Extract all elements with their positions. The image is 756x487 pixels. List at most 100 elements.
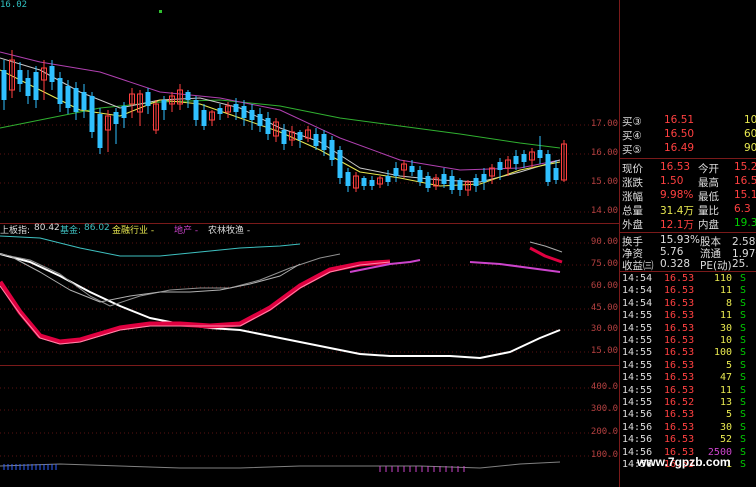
- quote-label: 内盘: [698, 219, 719, 231]
- quote-value: 16.53: [660, 161, 691, 173]
- tick-volume: 13: [719, 397, 732, 408]
- candle-body: [201, 110, 207, 126]
- order-book-row: 买③ 16.51 10: [620, 114, 756, 128]
- candle-body: [417, 170, 423, 182]
- fundamental-row: 收益㈢ 0.328 PE(动) 25.: [620, 258, 756, 272]
- tick-volume: 11: [719, 310, 732, 322]
- candle-body: [97, 114, 103, 148]
- candle-body: [145, 92, 151, 106]
- candle-body: [321, 134, 327, 150]
- candle-body: [297, 132, 303, 140]
- quote-value: 9.98%: [660, 189, 694, 201]
- quote-value: 1.50: [660, 175, 684, 187]
- candle-body: [337, 150, 343, 178]
- tick-side: S: [740, 359, 747, 371]
- candle-body: [161, 100, 167, 110]
- fundamental-value: 15.93%: [660, 234, 701, 246]
- candle-body: [241, 106, 247, 118]
- kline-chart-area[interactable]: [0, 0, 620, 487]
- candle-body: [457, 180, 463, 190]
- tick-time: 14:55: [622, 310, 653, 322]
- candle-body: [393, 168, 399, 176]
- tick-time: 14:55: [622, 384, 653, 396]
- candle-body: [81, 92, 87, 110]
- tick-volume: 52: [719, 434, 732, 446]
- candle-body: [233, 104, 239, 112]
- candle-body: [57, 78, 63, 104]
- order-book-volume: 10: [744, 114, 756, 126]
- tick-row: 14:55 16.52 13 S: [620, 397, 756, 409]
- quote-label: 外盘: [622, 219, 643, 231]
- quote-value: 15.2: [734, 161, 756, 173]
- tick-price: 16.53: [664, 297, 695, 309]
- quote-label: 涨跌: [622, 177, 643, 189]
- candle-body: [89, 96, 95, 132]
- candle-body: [121, 106, 127, 118]
- tick-time: 14:55: [622, 322, 653, 334]
- quote-value: 6.3: [734, 203, 751, 215]
- tick-volume: 30: [719, 421, 732, 433]
- tick-row: 14:56 16.53 30 S: [620, 422, 756, 434]
- order-book-price: 16.50: [664, 128, 695, 140]
- tick-time: 14:55: [622, 359, 653, 371]
- order-book-label: 买④: [622, 130, 642, 142]
- tick-row: 14:54 16.53 11 S: [620, 285, 756, 297]
- candle-body: [545, 154, 551, 182]
- tick-price: 16.53: [664, 322, 695, 334]
- order-book-volume: 60: [744, 128, 756, 140]
- indicator-gray-line-1: [0, 253, 341, 307]
- order-book-price: 16.49: [664, 142, 695, 154]
- tick-price: 16.53: [664, 409, 695, 421]
- watermark: www.7gpzb.com: [637, 455, 731, 469]
- tick-row: 14:55 16.53 100 S: [620, 347, 756, 359]
- tick-time: 14:54: [622, 285, 653, 297]
- quote-value: 16.5: [734, 175, 756, 187]
- fundamental-value: 0.328: [660, 258, 691, 270]
- indicator-header-item: 基金:: [60, 226, 82, 236]
- quote-label: 最低: [698, 191, 719, 203]
- tick-time: 14:55: [622, 347, 653, 359]
- candle-body: [425, 176, 431, 188]
- tick-row: 14:55 16.53 11 S: [620, 385, 756, 397]
- volume-tick-label: 400.0: [590, 382, 618, 392]
- fundamental-value: 25.: [732, 258, 749, 270]
- candle-body: [553, 168, 559, 180]
- tick-row: 14:54 16.53 8 S: [620, 298, 756, 310]
- quote-row: 外盘 12.1万内盘 19.37: [620, 217, 756, 231]
- indicator-magenta-tail: [469, 261, 561, 273]
- candle-body: [521, 154, 527, 162]
- tick-volume: 11: [719, 384, 732, 396]
- candle-body: [17, 70, 23, 84]
- candle-body: [345, 172, 351, 186]
- tick-row: 14:56 16.53 5 S: [620, 409, 756, 421]
- tick-row: 14:56 16.53 52 S: [620, 434, 756, 446]
- indicator-white-line: [0, 253, 561, 359]
- tick-side: S: [740, 409, 747, 421]
- tick-volume: 5: [725, 359, 732, 371]
- candle-body: [281, 130, 287, 144]
- candle-body: [33, 72, 39, 100]
- tick-row: 14:55 16.53 47 S: [620, 372, 756, 384]
- quote-row: 总量 31.4万 量比 6.3: [620, 203, 756, 217]
- candle-body: [329, 140, 335, 160]
- tick-volume: 10: [719, 335, 732, 346]
- quote-row: 涨跌 1.50 最高 16.5: [620, 175, 756, 189]
- tick-side: S: [740, 421, 747, 433]
- candle-body: [73, 88, 79, 112]
- order-book-row: 买④ 16.50 60: [620, 128, 756, 142]
- indicator-header-item: 金融行业 -: [112, 226, 155, 236]
- candle-body: [257, 114, 263, 126]
- candle-body: [65, 86, 71, 108]
- tick-row: 14:54 16.53 110 S: [620, 273, 756, 285]
- tick-price: 16.53: [664, 421, 695, 433]
- candle-body: [513, 156, 519, 164]
- quote-value: 12.1万: [660, 219, 694, 231]
- tick-time: 14:55: [622, 372, 653, 384]
- tick-side: S: [740, 434, 747, 446]
- quote-label: 今开: [698, 163, 719, 175]
- tick-volume: 5: [725, 409, 732, 421]
- tick-volume: 100: [713, 347, 732, 359]
- candle-body: [265, 118, 271, 134]
- indicator-header-item: 86.02: [84, 223, 110, 233]
- order-book-label: 买⑤: [622, 144, 642, 156]
